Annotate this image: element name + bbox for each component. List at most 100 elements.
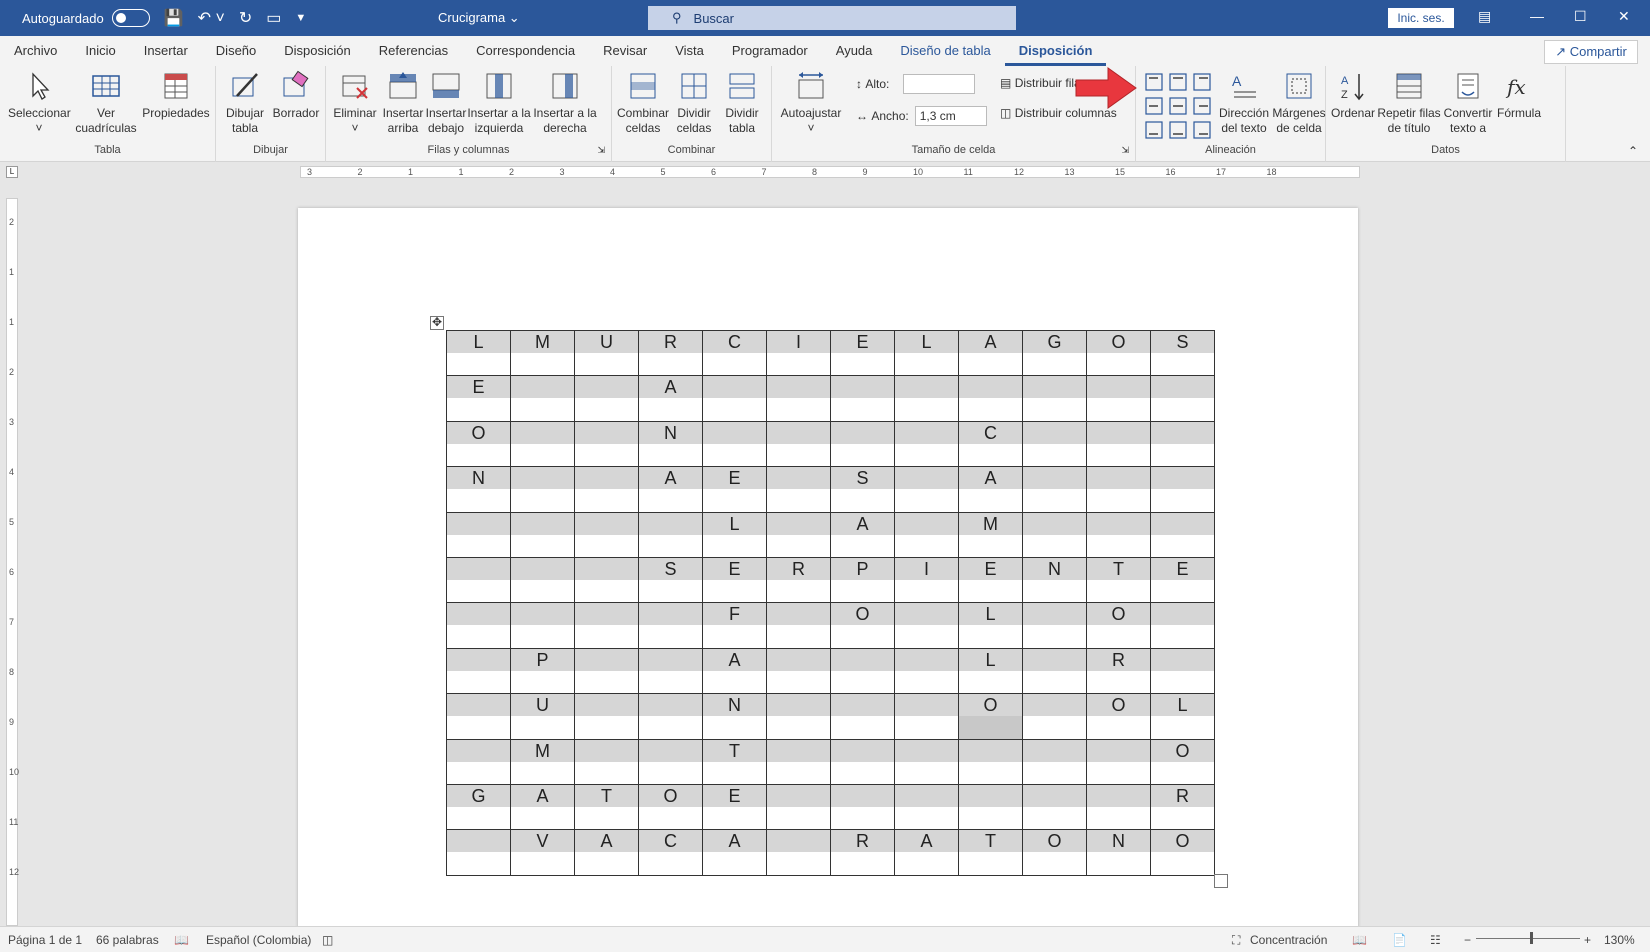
vertical-ruler[interactable]: 2 1 1 2 3 4 5 6 7 8 9 10 11 12 [6, 198, 19, 926]
table-cell[interactable]: C [638, 829, 703, 876]
table-cell[interactable] [766, 647, 831, 695]
ordenar-button[interactable]: AZ Ordenar [1330, 70, 1376, 121]
table-cell[interactable] [894, 602, 959, 649]
table-cell[interactable] [574, 511, 639, 558]
table-cell[interactable] [958, 738, 1023, 785]
focus-mode[interactable]: Concentración [1250, 933, 1327, 947]
seleccionar-button[interactable]: Seleccionar ˅ [8, 70, 71, 136]
table-cell[interactable] [574, 738, 639, 785]
eliminar-button[interactable]: Eliminar ˅ [332, 70, 378, 136]
table-cell[interactable]: L [894, 329, 959, 377]
insertar-debajo-button[interactable]: Insertar debajo [424, 70, 468, 136]
table-cell[interactable]: P [830, 556, 895, 604]
table-cell[interactable]: L [702, 511, 767, 558]
table-cell[interactable] [830, 420, 895, 468]
table-cell[interactable] [574, 647, 639, 695]
dividir-tabla-button[interactable]: Dividir tabla [718, 70, 766, 136]
table-cell[interactable]: T [958, 829, 1023, 876]
signin-button[interactable]: Inic. ses. [1388, 8, 1454, 28]
table-cell[interactable]: I [766, 329, 831, 377]
table-cell[interactable]: O [638, 783, 703, 831]
table-cell[interactable]: A [830, 511, 895, 558]
autoajustar-button[interactable]: Autoajustar ˅ [776, 70, 846, 136]
table-cell[interactable] [510, 511, 575, 558]
table-cell[interactable] [894, 693, 959, 740]
table-cell[interactable] [1086, 511, 1151, 558]
table-cell[interactable]: A [702, 829, 767, 876]
maximize-icon[interactable]: ☐ [1574, 8, 1587, 25]
direccion-texto-button[interactable]: A Dirección del texto [1216, 70, 1272, 136]
table-cell[interactable] [1150, 466, 1215, 513]
formula-button[interactable]: fx Fórmula [1494, 70, 1544, 121]
table-cell[interactable]: C [702, 329, 767, 377]
table-cell[interactable]: R [766, 556, 831, 604]
language[interactable]: Español (Colombia) [206, 933, 311, 947]
table-cell[interactable] [766, 829, 831, 876]
table-cell[interactable]: O [1150, 738, 1215, 785]
table-cell[interactable]: A [958, 329, 1023, 377]
table-cell[interactable] [894, 783, 959, 831]
table-cell[interactable] [894, 420, 959, 468]
web-layout-icon[interactable]: ☷ [1430, 933, 1441, 947]
table-cell[interactable]: R [1150, 783, 1215, 831]
table-cell[interactable] [766, 375, 831, 422]
search-box[interactable]: ⚲ Buscar [648, 6, 1016, 30]
zoom-slider-track[interactable] [1476, 938, 1580, 939]
share-button[interactable]: ↗ Compartir [1544, 40, 1638, 64]
table-cell[interactable] [1022, 783, 1087, 831]
table-cell[interactable]: G [446, 783, 511, 831]
table-cell[interactable] [766, 738, 831, 785]
table-cell[interactable] [446, 556, 511, 604]
table-cell[interactable]: R [638, 329, 703, 377]
present-icon[interactable]: ▭ [266, 8, 281, 28]
table-cell[interactable]: N [1086, 829, 1151, 876]
zoom-level[interactable]: 130% [1604, 933, 1635, 947]
table-cell[interactable]: A [510, 783, 575, 831]
table-cell[interactable] [1022, 693, 1087, 740]
repetir-filas-button[interactable]: Repetir filas de título [1376, 70, 1442, 136]
read-mode-icon[interactable]: 📖 [1352, 933, 1367, 947]
table-cell[interactable]: O [1022, 829, 1087, 876]
table-cell[interactable] [638, 511, 703, 558]
customize-qat-icon[interactable]: ▼ [295, 12, 306, 24]
table-cell[interactable] [894, 647, 959, 695]
table-cell[interactable]: U [510, 693, 575, 740]
table-cell[interactable]: T [574, 783, 639, 831]
table-cell[interactable] [894, 738, 959, 785]
table-cell[interactable]: N [702, 693, 767, 740]
table-cell[interactable]: F [702, 602, 767, 649]
tab-diseno[interactable]: Diseño [202, 36, 270, 66]
table-cell[interactable]: S [1150, 329, 1215, 377]
convertir-texto-button[interactable]: Convertir texto a [1440, 70, 1496, 136]
table-cell[interactable] [894, 511, 959, 558]
table-cell[interactable]: O [1086, 693, 1151, 740]
table-cell[interactable] [894, 375, 959, 422]
table-cell[interactable] [1086, 466, 1151, 513]
table-cell[interactable] [1150, 420, 1215, 468]
table-cell[interactable]: N [1022, 556, 1087, 604]
table-cell[interactable]: P [510, 647, 575, 695]
table-cell[interactable] [510, 556, 575, 604]
table-cell[interactable] [446, 829, 511, 876]
table-cell[interactable]: O [830, 602, 895, 649]
table-cell[interactable] [1150, 511, 1215, 558]
table-cell[interactable] [574, 420, 639, 468]
table-cell[interactable] [1022, 602, 1087, 649]
insertar-izquierda-button[interactable]: Insertar a la izquierda [466, 70, 532, 136]
dialog-launcher-icon[interactable]: ⇲ [1121, 145, 1129, 156]
table-cell[interactable] [446, 511, 511, 558]
table-cell[interactable] [638, 693, 703, 740]
table-cell[interactable]: R [830, 829, 895, 876]
save-icon[interactable]: 💾 [164, 8, 184, 28]
table-cell[interactable] [574, 602, 639, 649]
table-cell[interactable]: O [1086, 329, 1151, 377]
table-cell[interactable] [766, 466, 831, 513]
zoom-slider-thumb[interactable] [1530, 932, 1533, 944]
table-cell[interactable]: V [510, 829, 575, 876]
table-cell[interactable]: R [1086, 647, 1151, 695]
table-cell[interactable]: E [446, 375, 511, 422]
minimize-icon[interactable]: — [1530, 8, 1544, 24]
tab-insertar[interactable]: Insertar [130, 36, 202, 66]
table-cell[interactable] [446, 602, 511, 649]
table-cell[interactable]: O [1086, 602, 1151, 649]
